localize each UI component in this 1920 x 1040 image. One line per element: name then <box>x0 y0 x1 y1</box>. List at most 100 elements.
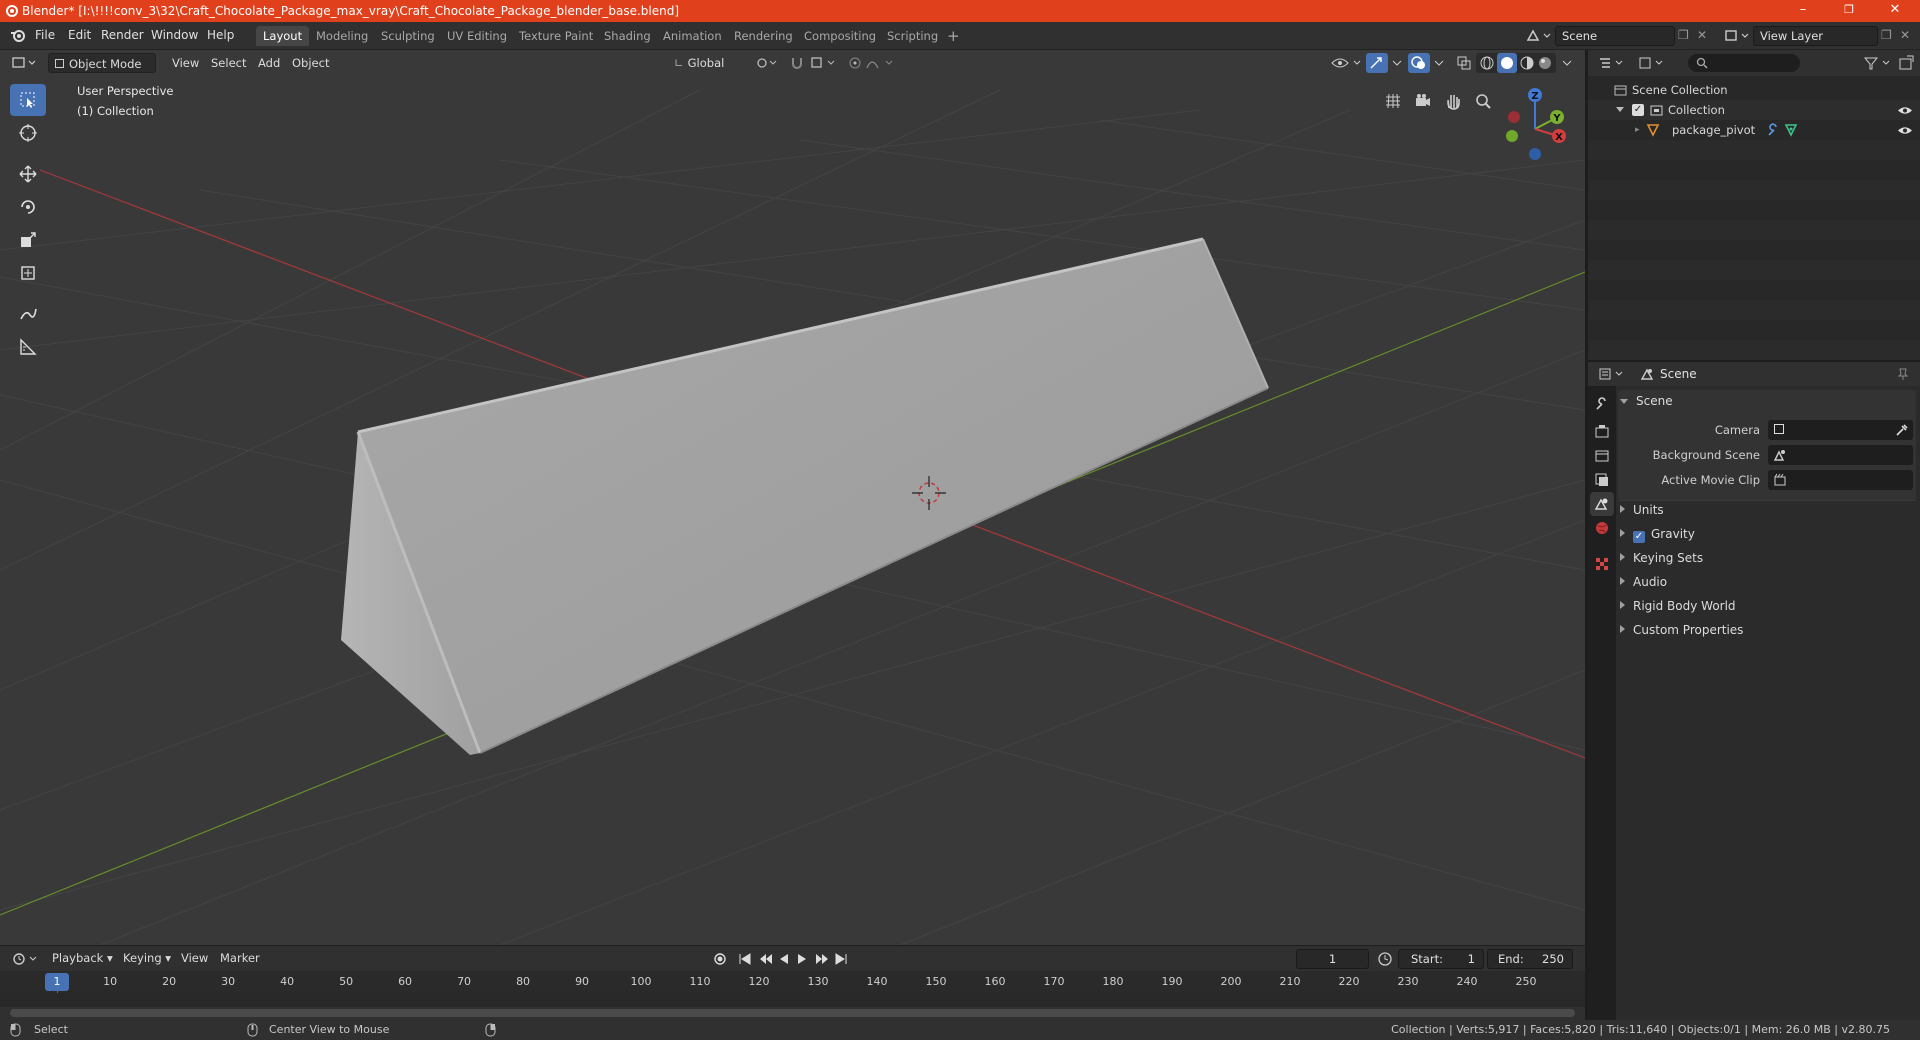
xray-toggle-icon[interactable] <box>1456 55 1472 71</box>
audio-panel-header[interactable]: Audio <box>1620 575 1667 589</box>
snap-icon[interactable] <box>790 56 804 70</box>
object-visibility-icon[interactable] <box>1897 125 1913 136</box>
background-scene-field[interactable] <box>1768 445 1913 465</box>
gizmo-neg-x[interactable] <box>1508 111 1520 123</box>
tab-uv-editing[interactable]: UV Editing <box>440 26 514 46</box>
3d-viewport[interactable]: Object Mode View Select Add Object ∟ Glob… <box>0 50 1585 945</box>
outliner-row-scene-collection[interactable]: Scene Collection <box>1588 80 1920 100</box>
end-frame-field[interactable]: End: 250 <box>1487 949 1573 969</box>
gizmo-dropdown-icon[interactable] <box>1390 56 1404 70</box>
pan-view-button[interactable] <box>1440 88 1466 114</box>
transform-orientation-dropdown[interactable]: ∟ Global <box>668 53 748 73</box>
menu-help[interactable]: Help <box>207 28 234 42</box>
menu-edit[interactable]: Edit <box>68 28 91 42</box>
keying-sets-panel-header[interactable]: Keying Sets <box>1620 551 1703 565</box>
viewport-menu-add[interactable]: Add <box>252 53 286 73</box>
menu-file[interactable]: File <box>35 28 55 42</box>
snap-target-icon[interactable] <box>810 56 838 70</box>
outliner-search-input[interactable] <box>1688 54 1800 72</box>
view-layer-field[interactable]: View Layer <box>1753 26 1878 46</box>
display-mode-icon[interactable] <box>1638 56 1666 70</box>
play-reverse-button[interactable] <box>780 954 788 964</box>
delete-view-layer-icon[interactable]: ✕ <box>1900 28 1910 42</box>
tab-rendering[interactable]: Rendering <box>727 26 800 46</box>
material-preview-icon[interactable] <box>1519 55 1535 71</box>
collection-expand-icon[interactable] <box>1616 107 1624 112</box>
timeline-menu-view[interactable]: View <box>175 948 214 968</box>
record-button[interactable] <box>714 953 726 965</box>
package-object[interactable] <box>341 237 1269 755</box>
object-expand-icon[interactable]: ▸ <box>1635 120 1640 140</box>
play-button[interactable] <box>798 954 806 964</box>
wireframe-shading-icon[interactable] <box>1479 55 1495 71</box>
viewport-menu-object[interactable]: Object <box>286 53 335 73</box>
tab-scripting[interactable]: Scripting <box>880 26 945 46</box>
tab-texture[interactable] <box>1590 552 1614 576</box>
timeline-menu-keying[interactable]: Keying ▾ <box>117 948 177 968</box>
outliner-row-collection[interactable]: ✓ Collection <box>1588 100 1920 120</box>
minimize-button[interactable]: – <box>1780 0 1826 22</box>
eyedropper-icon[interactable] <box>1894 423 1908 437</box>
new-collection-icon[interactable] <box>1898 55 1914 71</box>
outliner-row-package-pivot[interactable]: ▸ package_pivot <box>1588 120 1920 140</box>
custom-properties-panel-header[interactable]: Custom Properties <box>1620 623 1743 637</box>
pin-icon[interactable] <box>1896 367 1910 381</box>
move-tool[interactable] <box>10 158 46 190</box>
tab-world[interactable] <box>1590 516 1614 540</box>
toggle-camera-grid-button[interactable] <box>1380 88 1406 114</box>
gizmo-toggle-button[interactable] <box>1366 53 1388 73</box>
scale-tool[interactable] <box>10 224 46 256</box>
gizmo-neg-y[interactable] <box>1506 130 1518 142</box>
proportional-edit-icon[interactable] <box>848 56 862 70</box>
select-box-tool[interactable] <box>10 84 46 116</box>
restore-button[interactable]: ❐ <box>1826 0 1872 22</box>
add-workspace-button[interactable]: + <box>940 26 967 46</box>
tab-modeling[interactable]: Modeling <box>309 26 375 46</box>
jump-start-button[interactable] <box>739 953 751 965</box>
viewport-menu-view[interactable]: View <box>166 53 205 73</box>
prev-keyframe-button[interactable] <box>760 954 772 964</box>
blender-menu-icon[interactable] <box>10 29 26 43</box>
gravity-checkbox[interactable]: ✓ <box>1633 531 1645 543</box>
current-frame-field[interactable]: 1 <box>1296 949 1369 969</box>
units-panel-header[interactable]: Units <box>1620 503 1664 517</box>
viewport-menu-select[interactable]: Select <box>205 53 252 73</box>
tab-shading[interactable]: Shading <box>597 26 658 46</box>
preview-range-icon[interactable] <box>1377 951 1393 967</box>
camera-field[interactable] <box>1768 420 1913 440</box>
active-movie-clip-field[interactable] <box>1768 470 1913 490</box>
collection-visibility-icon[interactable] <box>1897 105 1913 116</box>
next-keyframe-button[interactable] <box>816 954 828 964</box>
timeline-menu-playback[interactable]: Playback ▾ <box>46 948 119 968</box>
scene-field[interactable]: Scene <box>1555 26 1675 46</box>
timeline-menu-marker[interactable]: Marker <box>214 948 266 968</box>
filter-icon[interactable] <box>1863 56 1893 70</box>
scene-selector-icon[interactable] <box>1526 28 1552 44</box>
scene-panel-header[interactable]: Scene <box>1620 394 1673 408</box>
navigation-gizmo[interactable]: Z Y X <box>1500 84 1570 164</box>
collection-checkbox[interactable]: ✓ <box>1632 104 1644 116</box>
mode-dropdown[interactable]: Object Mode <box>48 53 156 73</box>
pivot-point-icon[interactable] <box>756 56 780 70</box>
timeline-editor-type-icon[interactable] <box>12 951 40 967</box>
rendered-shading-icon[interactable] <box>1537 55 1553 71</box>
properties-editor-type-icon[interactable] <box>1598 367 1626 381</box>
start-frame-field[interactable]: Start: 1 <box>1398 949 1484 969</box>
shading-dropdown-icon[interactable] <box>1560 56 1574 70</box>
camera-view-button[interactable] <box>1410 88 1436 114</box>
falloff-icon[interactable] <box>866 56 896 70</box>
new-scene-icon[interactable]: ❐ <box>1678 28 1689 42</box>
measure-tool[interactable] <box>10 331 46 363</box>
timeline-scrollbar[interactable] <box>10 1009 1575 1017</box>
gravity-panel-header[interactable]: ✓ Gravity <box>1620 527 1695 543</box>
rigid-body-world-panel-header[interactable]: Rigid Body World <box>1620 599 1736 613</box>
outliner-editor-type-icon[interactable] <box>1598 56 1626 70</box>
transform-tool[interactable] <box>10 257 46 289</box>
tab-animation[interactable]: Animation <box>656 26 729 46</box>
menu-render[interactable]: Render <box>101 28 144 42</box>
tab-sculpting[interactable]: Sculpting <box>374 26 442 46</box>
cursor-tool[interactable] <box>10 117 46 149</box>
mesh-data-icon[interactable] <box>1784 123 1798 137</box>
tab-tool[interactable] <box>1590 392 1614 416</box>
jump-end-button[interactable] <box>835 953 847 965</box>
